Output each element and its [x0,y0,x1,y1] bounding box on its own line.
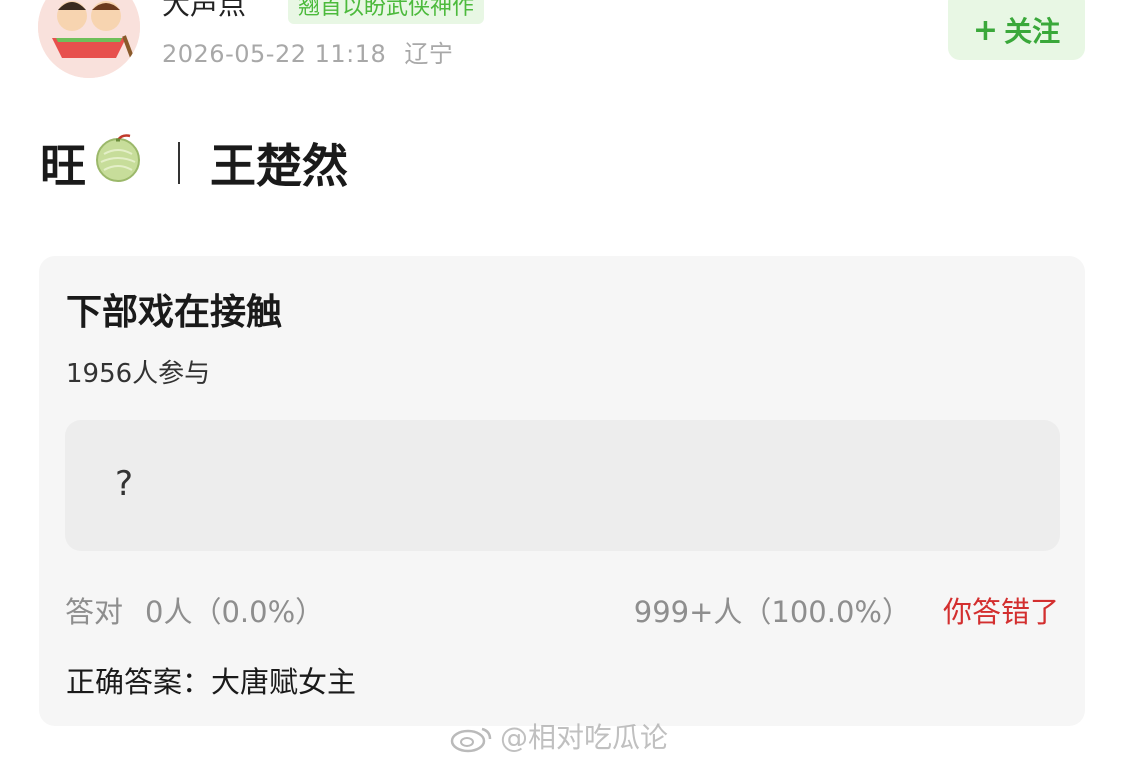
post-meta: 2026-05-22 11:18 辽宁 [162,38,453,70]
follow-label: 关注 [1004,15,1061,48]
avatar-image [38,0,140,78]
correct-count: 0人（0.0%） [145,595,325,629]
quiz-question: 下部戏在接触 [66,292,283,333]
post-timestamp: 2026-05-22 11:18 [162,40,387,68]
correct-stats: 答对 0人（0.0%） [65,592,324,632]
wrong-stats: 999+人（100.0%） 你答错了 [634,592,1059,632]
post-location: 辽宁 [404,40,454,68]
follow-button[interactable]: + 关注 [948,0,1085,60]
quiz-card: 下部戏在接触 1956人参与 ? 答对 0人（0.0%） 999+人（100.0%… [39,256,1085,726]
result-wrong-label: 你答错了 [942,595,1059,629]
post-title: 旺 王楚然 [40,128,348,198]
correct-label: 答对 [65,595,124,629]
title-divider [178,142,180,184]
watermark-text: @相对吃瓜论 [500,721,669,754]
answer-label: 正确答案： [66,665,212,699]
post-title-left: 旺 [40,139,86,193]
username[interactable]: 大声点 [162,0,246,22]
melon-icon [92,132,144,195]
user-tag-badge: 翘首以盼武侠神作 [288,0,485,24]
answer-value: 大唐赋女主 [211,665,357,699]
weibo-logo-icon [450,727,492,753]
quiz-option[interactable]: ? [65,420,1060,551]
correct-answer: 正确答案：大唐赋女主 [66,662,356,702]
post-title-right: 王楚然 [210,139,348,193]
wrong-count: 999+人（100.0%） [633,595,911,629]
quiz-participants: 1956人参与 [66,359,211,389]
quiz-option-text: ? [115,464,134,504]
watermark: @相对吃瓜论 [450,718,668,758]
plus-icon: + [972,12,999,48]
avatar[interactable] [38,0,140,78]
